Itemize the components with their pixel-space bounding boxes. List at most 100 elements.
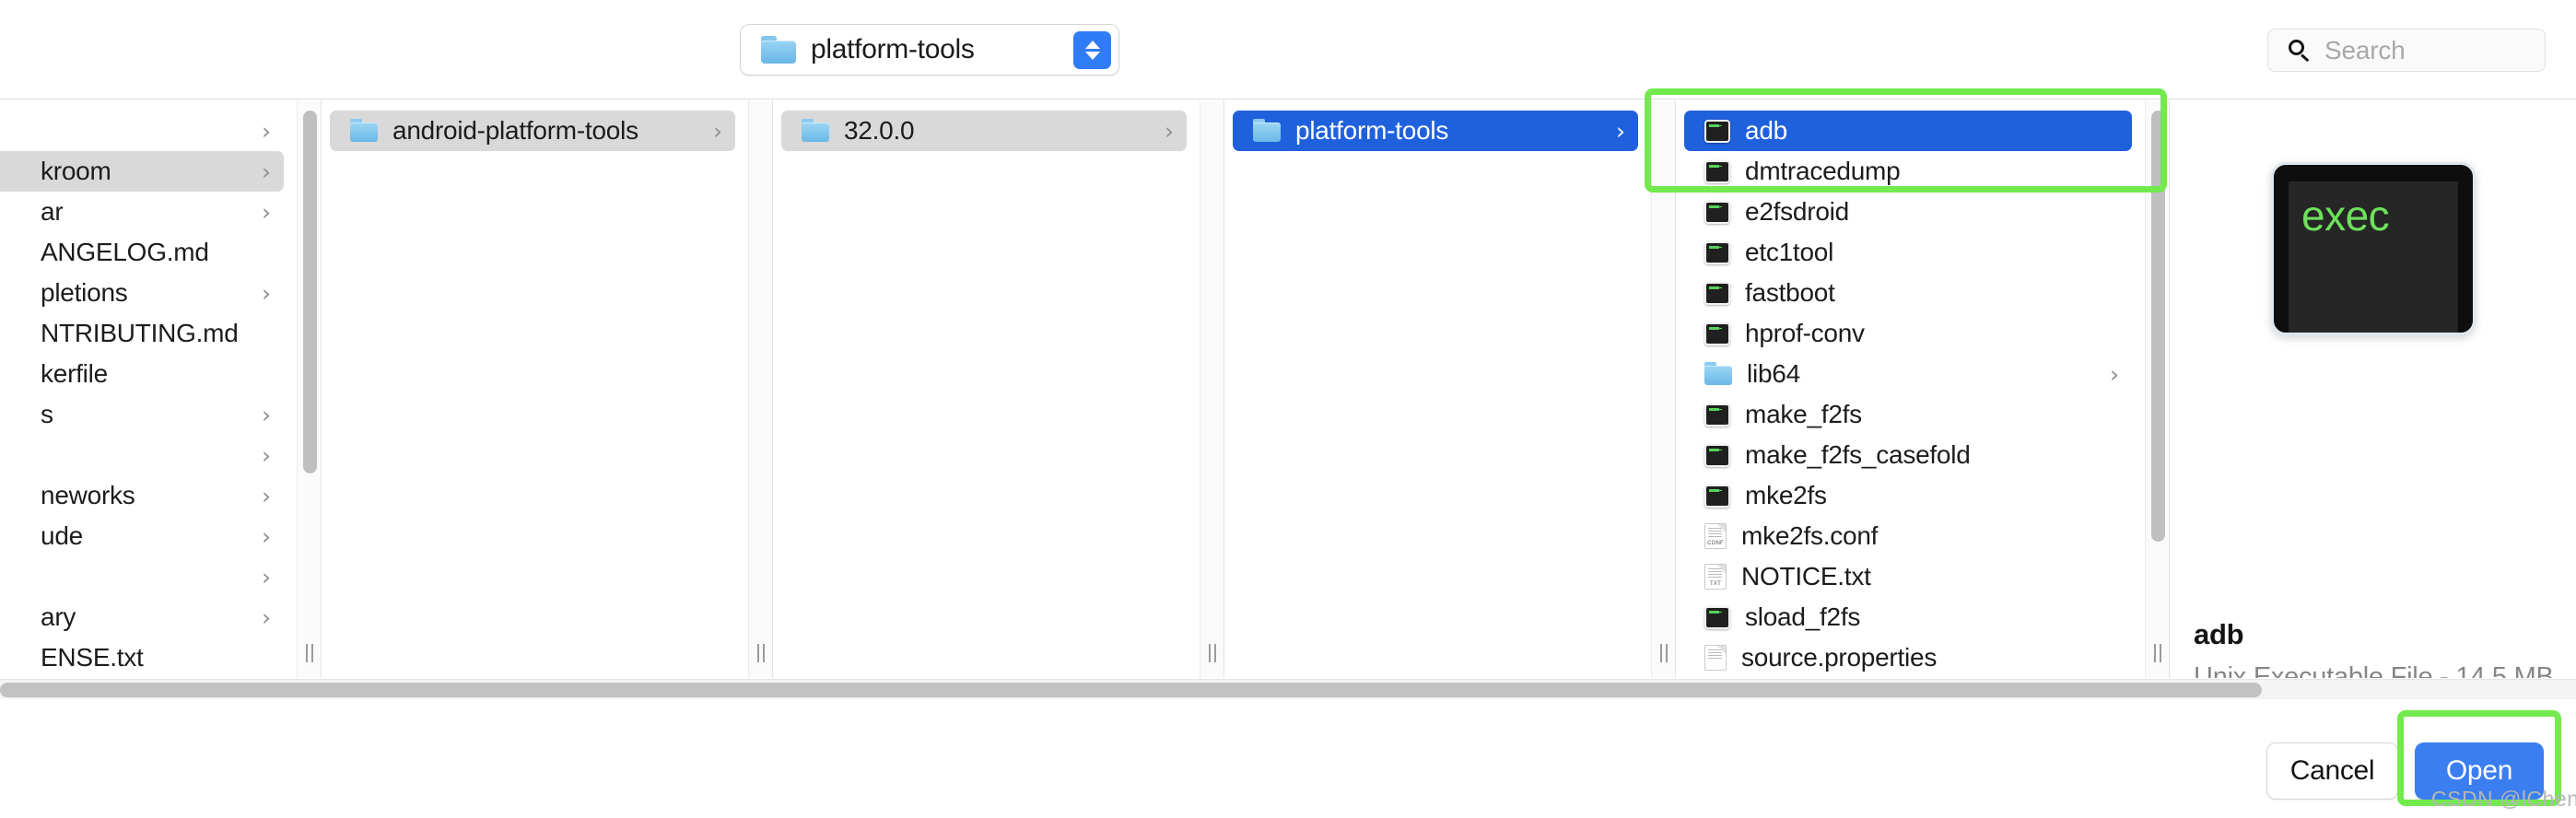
browser-row[interactable]: ar › <box>0 192 284 232</box>
chevron-right-icon: › <box>262 117 271 145</box>
executable-icon <box>1704 443 1730 467</box>
browser-row-label: e2fsdroid <box>1745 197 1849 226</box>
browser-row-label: source.properties <box>1741 643 1938 672</box>
browser-row[interactable]: › <box>0 435 284 475</box>
browser-row[interactable]: neworks › <box>0 475 284 516</box>
scrollbar-thumb[interactable] <box>2151 111 2165 542</box>
search-field[interactable]: Search <box>2267 29 2546 72</box>
no-icon <box>0 403 26 427</box>
browser-row[interactable]: source.properties <box>1684 637 2132 678</box>
browser-row[interactable]: TXT NOTICE.txt <box>1684 556 2132 597</box>
preview-icon-text: exec <box>2301 192 2390 240</box>
column-5-scrollbar[interactable] <box>2145 100 2169 678</box>
browser-column-2[interactable]: android-platform-tools › <box>322 100 773 678</box>
folder-icon <box>1253 119 1281 143</box>
browser-row[interactable]: etc1tool <box>1684 232 2132 273</box>
document-conf-icon: CONF <box>1704 523 1727 549</box>
browser-row[interactable]: kerfile <box>0 354 284 394</box>
browser-column-5[interactable]: adb dmtracedump e2fsdroid etc1tool fastboot h… <box>1677 100 2170 678</box>
browser-row[interactable]: ude › <box>0 516 284 556</box>
column-3-scrollbar[interactable] <box>1200 100 1224 678</box>
browser-row[interactable]: 32.0.0 › <box>781 111 1187 151</box>
browser-row[interactable]: mke2fs <box>1684 475 2132 516</box>
column-resize-grip[interactable] <box>749 641 773 665</box>
browser-row-label: NOTICE.txt <box>1741 562 1871 590</box>
browser-row[interactable]: › <box>0 111 284 151</box>
chevron-right-icon: › <box>713 117 722 145</box>
up-down-stepper-icon[interactable] <box>1073 31 1111 69</box>
browser-row[interactable]: fastboot <box>1684 273 2132 313</box>
column-4-scrollbar[interactable] <box>1651 100 1675 678</box>
path-popup-label: platform-tools <box>811 34 975 64</box>
scrollbar-thumb[interactable] <box>303 111 317 473</box>
browser-row[interactable]: platform-tools › <box>1233 111 1638 151</box>
no-icon <box>0 605 26 629</box>
preview-pane: exec adb Unix Executable File - 14.5 MB … <box>2170 100 2576 678</box>
browser-row-label: dmtracedump <box>1745 157 1901 185</box>
browser-row[interactable]: NTRIBUTING.md <box>0 313 284 354</box>
chevron-right-icon: › <box>1616 117 1625 145</box>
document-txt-icon: TXT <box>1704 564 1727 590</box>
browser-row-label: pletions <box>41 278 128 307</box>
browser-row[interactable]: hprof-conv <box>1684 313 2132 354</box>
column-resize-grip[interactable] <box>1652 641 1676 665</box>
executable-icon <box>1704 200 1730 224</box>
browser-row-label: kroom <box>41 157 111 185</box>
chevron-right-icon: › <box>2110 360 2119 388</box>
column-1-scrollbar[interactable] <box>297 100 321 678</box>
browser-row[interactable]: make_f2fs_casefold <box>1684 435 2132 475</box>
browser-row-label: ENSE.txt <box>41 643 144 672</box>
browser-row[interactable]: dmtracedump <box>1684 151 2132 192</box>
browser-row[interactable]: lib64 › <box>1684 354 2132 394</box>
no-icon <box>0 443 26 467</box>
browser-row[interactable]: CONF mke2fs.conf <box>1684 516 2132 556</box>
dialog-footer: Cancel Open <box>0 699 2576 818</box>
chevron-right-icon: › <box>1165 117 1174 145</box>
browser-row[interactable]: ANGELOG.md <box>0 232 284 273</box>
column-resize-grip[interactable] <box>1200 641 1224 665</box>
browser-row-label: android-platform-tools <box>392 116 638 145</box>
browser-row-label: hprof-conv <box>1745 319 1865 347</box>
no-icon <box>0 646 26 670</box>
executable-icon <box>1704 321 1730 345</box>
no-icon <box>0 159 26 183</box>
browser-row-label: s <box>41 400 53 428</box>
browser-row-label: sload_f2fs <box>1745 602 1861 631</box>
browser-column-4[interactable]: platform-tools › <box>1225 100 1676 678</box>
chevron-right-icon: › <box>262 482 271 509</box>
browser-row[interactable]: e2fsdroid <box>1684 192 2132 232</box>
chevron-right-icon: › <box>262 563 271 590</box>
no-icon <box>0 200 26 224</box>
browser-row-label: ANGELOG.md <box>41 238 209 266</box>
browser-column-1[interactable]: › kroom › ar › ANGELOG.md pletions › NTRIBUTING.… <box>0 100 322 678</box>
no-icon <box>0 484 26 508</box>
search-icon <box>2289 39 2311 62</box>
browser-row[interactable]: android-platform-tools › <box>330 111 735 151</box>
chevron-right-icon: › <box>262 198 271 226</box>
browser-row-label: ude <box>41 521 83 550</box>
browser-row-label: ar <box>41 197 64 226</box>
browser-column-3[interactable]: 32.0.0 › <box>774 100 1224 678</box>
column-resize-grip[interactable] <box>2146 641 2170 665</box>
executable-icon <box>1704 605 1730 629</box>
chevron-right-icon: › <box>262 522 271 550</box>
browser-row[interactable]: ENSE.txt <box>0 637 284 678</box>
browser-row[interactable]: pletions › <box>0 273 284 313</box>
browser-row[interactable]: make_f2fs <box>1684 394 2132 435</box>
browser-row[interactable]: s › <box>0 394 284 435</box>
column-resize-grip[interactable] <box>298 641 322 665</box>
cancel-button[interactable]: Cancel <box>2266 742 2398 800</box>
column-2-scrollbar[interactable] <box>748 100 772 678</box>
executable-icon <box>1704 240 1730 264</box>
browser-horizontal-scrollbar[interactable] <box>0 679 2576 699</box>
browser-row[interactable]: › <box>0 556 284 597</box>
browser-row[interactable]: sload_f2fs <box>1684 597 2132 637</box>
path-popup-button[interactable]: platform-tools <box>740 24 1119 76</box>
browser-row[interactable]: adb <box>1684 111 2132 151</box>
browser-row[interactable]: ary › <box>0 597 284 637</box>
file-open-dialog: platform-tools Search › kroom › ar › ANGELOG.… <box>0 0 2576 818</box>
chevron-right-icon: › <box>262 401 271 428</box>
preview-file-name: adb <box>2194 618 2244 650</box>
horizontal-scrollbar-thumb[interactable] <box>0 683 2262 697</box>
browser-row[interactable]: kroom › <box>0 151 284 192</box>
